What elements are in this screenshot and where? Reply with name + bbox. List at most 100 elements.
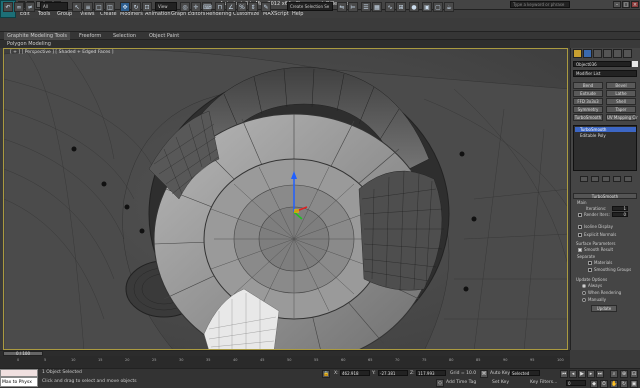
render-production-icon[interactable]: ☕ bbox=[444, 2, 454, 12]
when-rendering-radio[interactable] bbox=[582, 291, 586, 295]
modifier-list-dropdown[interactable]: Modifier List bbox=[573, 70, 637, 77]
maximize-viewport-icon[interactable]: ▣ bbox=[630, 380, 638, 388]
align-icon[interactable]: ⊨ bbox=[348, 2, 358, 12]
link-icon[interactable]: ∞ bbox=[14, 2, 24, 12]
y-coordinate-field[interactable]: -27.381 bbox=[378, 370, 408, 376]
scale-icon[interactable]: ⊡ bbox=[142, 2, 152, 12]
reference-coordinate-dropdown[interactable]: View bbox=[155, 2, 177, 11]
ffd-button[interactable]: FFD 3x3x3 bbox=[573, 98, 603, 105]
next-frame-icon[interactable]: ▸ bbox=[587, 370, 595, 378]
maxscript-mini-listener[interactable]: Max to Physx bbox=[0, 377, 38, 387]
bend-button[interactable]: Bend bbox=[573, 82, 603, 89]
spinner-snap-icon[interactable]: ⇕ bbox=[248, 2, 258, 12]
uv-mapping-button[interactable]: UV Mapping Clr bbox=[606, 114, 638, 121]
make-unique-icon[interactable] bbox=[602, 176, 610, 182]
percent-snap-icon[interactable]: % bbox=[237, 2, 247, 12]
maximize-button[interactable]: □ bbox=[622, 1, 630, 8]
named-selection-dropdown[interactable]: Create Selection Se bbox=[287, 2, 333, 11]
manually-radio[interactable] bbox=[582, 298, 586, 302]
turbosmooth-button[interactable]: TurboSmooth bbox=[573, 114, 603, 121]
minimize-button[interactable]: – bbox=[613, 1, 621, 8]
remove-modifier-icon[interactable] bbox=[613, 176, 621, 182]
add-time-tag[interactable]: Add Time Tag bbox=[446, 380, 476, 385]
current-frame-field[interactable]: 0 bbox=[566, 380, 586, 386]
select-by-name-icon[interactable]: ≡ bbox=[83, 2, 93, 12]
zoom-icon[interactable]: ⌕ bbox=[610, 370, 618, 378]
search-input[interactable]: Type a keyword or phrase bbox=[510, 1, 570, 8]
key-mode-icon[interactable]: ◆ bbox=[590, 380, 598, 388]
play-icon[interactable]: ▶ bbox=[578, 370, 586, 378]
maxscript-listener-output[interactable] bbox=[0, 369, 38, 377]
isoline-display-checkbox[interactable] bbox=[578, 225, 582, 229]
schematic-view-icon[interactable]: ⊞ bbox=[396, 2, 406, 12]
modifier-stack[interactable]: TurboSmooth Editable Poly bbox=[573, 125, 637, 171]
extrude-button[interactable]: Extrude bbox=[573, 90, 603, 97]
key-filters-button[interactable]: Key Filters... bbox=[530, 380, 557, 385]
explicit-normals-checkbox[interactable] bbox=[578, 233, 582, 237]
angle-snap-icon[interactable]: ∠ bbox=[226, 2, 236, 12]
utilities-tab-icon[interactable] bbox=[623, 49, 632, 58]
pin-stack-icon[interactable] bbox=[580, 176, 588, 182]
x-coordinate-field[interactable]: 462.918 bbox=[340, 370, 370, 376]
unlink-icon[interactable]: ≠ bbox=[25, 2, 35, 12]
materials-checkbox[interactable] bbox=[588, 261, 592, 265]
z-coordinate-field[interactable]: 117.993 bbox=[416, 370, 446, 376]
render-iters-checkbox[interactable] bbox=[578, 213, 582, 217]
perspective-viewport[interactable]: [ + ] [ Perspective ] [ Shaded + Edged F… bbox=[3, 48, 568, 350]
previous-frame-icon[interactable]: ◂ bbox=[569, 370, 577, 378]
window-crossing-icon[interactable]: ◫ bbox=[105, 2, 115, 12]
rendered-frame-icon[interactable]: ▢ bbox=[433, 2, 443, 12]
menu-group[interactable]: Group bbox=[57, 10, 72, 18]
orbit-icon[interactable]: ↻ bbox=[620, 380, 628, 388]
turbosmooth-rollout-header[interactable]: TurboSmooth bbox=[573, 193, 637, 199]
lathe-button[interactable]: Lathe bbox=[606, 90, 636, 97]
auto-key-mode-dropdown[interactable]: Selected bbox=[510, 370, 540, 376]
selection-filter-dropdown[interactable]: All bbox=[40, 2, 68, 11]
modify-tab-icon[interactable] bbox=[583, 49, 592, 58]
render-iters-spinner[interactable]: 0 bbox=[612, 212, 628, 217]
update-button[interactable]: Update bbox=[591, 305, 617, 312]
iterations-spinner[interactable]: 1 bbox=[612, 206, 628, 211]
stack-item-editable-poly[interactable]: Editable Poly bbox=[575, 133, 636, 138]
pan-icon[interactable]: ✋ bbox=[610, 380, 618, 388]
rect-selection-icon[interactable]: □ bbox=[94, 2, 104, 12]
material-editor-icon[interactable]: ● bbox=[409, 2, 419, 12]
rotate-icon[interactable]: ↻ bbox=[131, 2, 141, 12]
close-button[interactable]: × bbox=[631, 1, 639, 8]
select-manipulate-icon[interactable]: ✛ bbox=[191, 2, 201, 12]
go-to-end-icon[interactable]: ⏭ bbox=[596, 370, 604, 378]
graphite-toggle-icon[interactable]: ▦ bbox=[372, 2, 382, 12]
taper-button[interactable]: Taper bbox=[606, 106, 636, 113]
stack-item-turbosmooth[interactable]: TurboSmooth bbox=[575, 127, 636, 132]
pivot-center-icon[interactable]: ◎ bbox=[180, 2, 190, 12]
lock-selection-icon[interactable]: 🔒 bbox=[322, 370, 330, 378]
set-key-icon[interactable]: ⌘ bbox=[480, 370, 488, 378]
viewport-label[interactable]: [ + ] [ Perspective ] [ Shaded + Edged F… bbox=[10, 50, 114, 55]
keyboard-shortcut-icon[interactable]: ⌨ bbox=[202, 2, 212, 12]
display-tab-icon[interactable] bbox=[613, 49, 622, 58]
smoothing-groups-checkbox[interactable] bbox=[588, 268, 592, 272]
snap-toggle-icon[interactable]: ⊓ bbox=[215, 2, 225, 12]
undo-icon[interactable]: ↶ bbox=[3, 2, 13, 12]
select-object-icon[interactable]: ↖ bbox=[72, 2, 82, 12]
object-name-field[interactable]: Object036 bbox=[573, 61, 631, 67]
mirror-icon[interactable]: ⇋ bbox=[337, 2, 347, 12]
go-to-start-icon[interactable]: ⏮ bbox=[560, 370, 568, 378]
zoom-all-icon[interactable]: ⊕ bbox=[620, 370, 628, 378]
edit-named-selection-icon[interactable]: ✎ bbox=[261, 2, 271, 12]
hierarchy-tab-icon[interactable] bbox=[593, 49, 602, 58]
always-radio[interactable] bbox=[582, 284, 586, 288]
set-key-button[interactable]: Set Key bbox=[492, 380, 509, 385]
create-tab-icon[interactable] bbox=[573, 49, 582, 58]
track-bar[interactable] bbox=[0, 356, 570, 368]
tab-freeform[interactable]: Freeform bbox=[76, 32, 104, 40]
motion-tab-icon[interactable] bbox=[603, 49, 612, 58]
time-tag-icon[interactable]: ◇ bbox=[436, 379, 444, 387]
menu-help[interactable]: Help bbox=[292, 10, 303, 18]
show-end-result-icon[interactable] bbox=[591, 176, 599, 182]
object-color-swatch[interactable] bbox=[632, 61, 638, 67]
polygon-modeling-panel[interactable]: Polygon Modeling bbox=[4, 40, 54, 48]
zoom-extents-icon[interactable]: ⊡ bbox=[630, 370, 638, 378]
render-setup-icon[interactable]: ▣ bbox=[422, 2, 432, 12]
curve-editor-icon[interactable]: ∿ bbox=[385, 2, 395, 12]
